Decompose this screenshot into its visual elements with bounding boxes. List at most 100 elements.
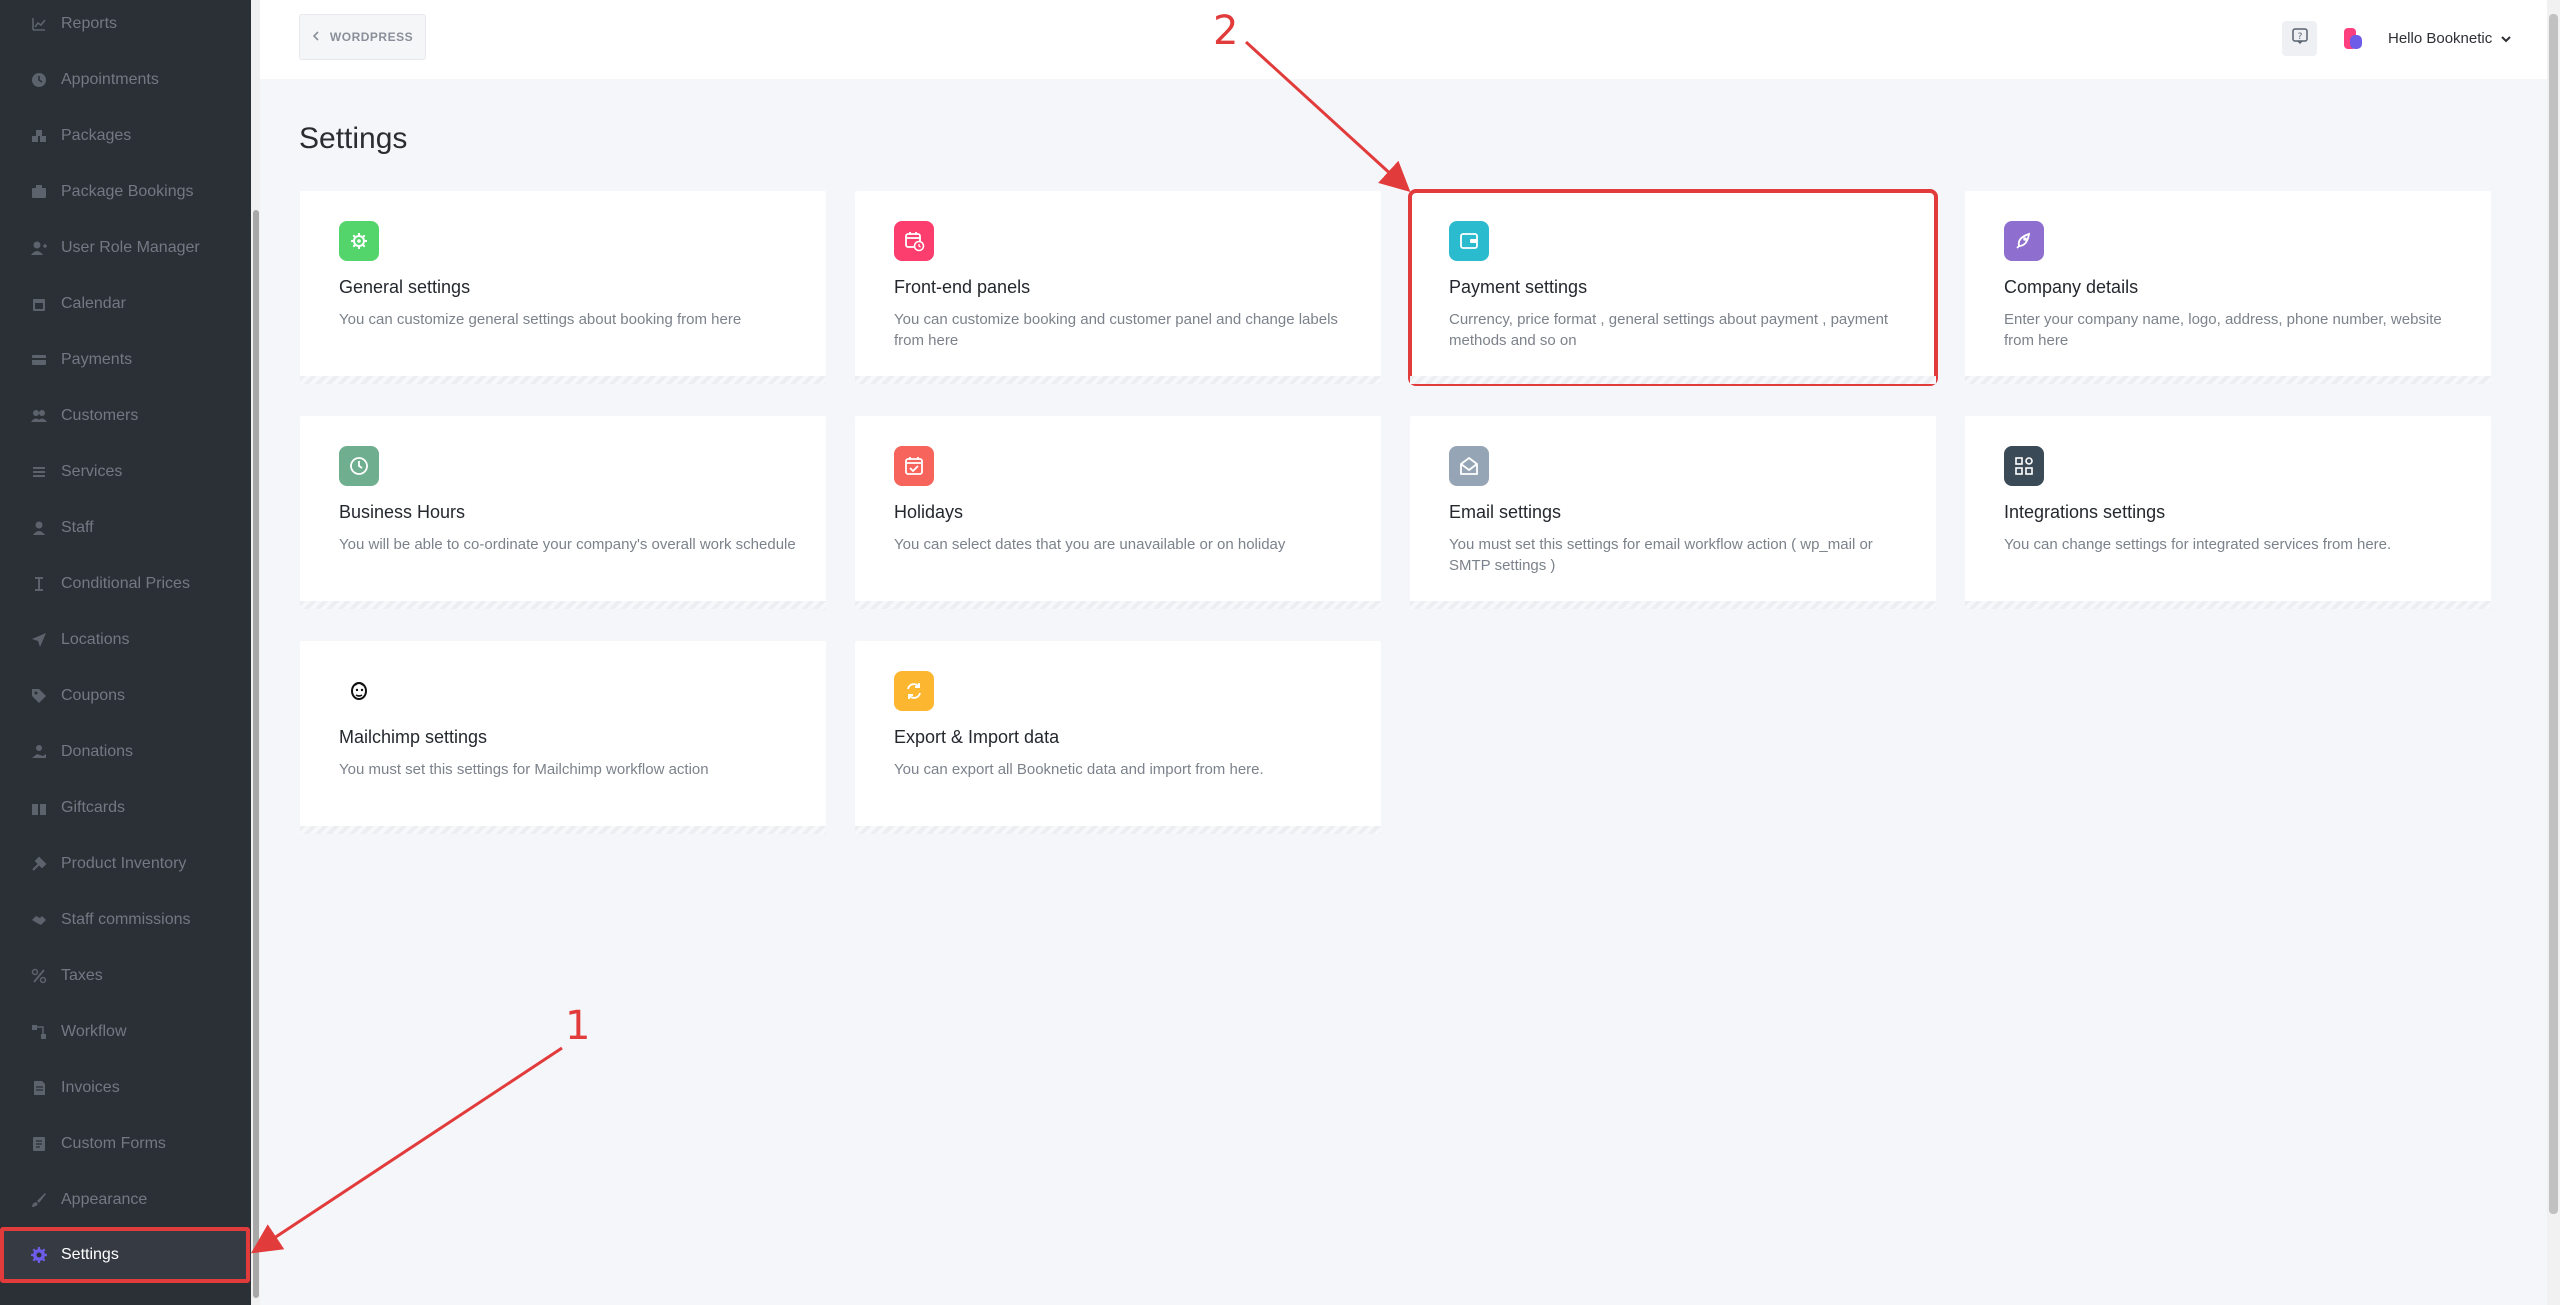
sidebar: Reports Appointments Packages Package Booki… (0, 0, 251, 1305)
user-greeting[interactable]: Hello Booknetic (2388, 30, 2492, 47)
card-title: General settings (339, 277, 471, 297)
sidebar-item-conditional-prices[interactable]: Conditional Prices (0, 556, 251, 612)
settings-card-mailchimp-settings[interactable]: Mailchimp settings You must set this sett… (300, 641, 826, 834)
sidebar-item-label: User Role Manager (61, 239, 200, 256)
sidebar-item-label: Package Bookings (61, 183, 194, 200)
settings-card-email-settings[interactable]: Email settings You must set this settings… (1410, 416, 1936, 609)
card-description: You can customize booking and customer p… (894, 311, 1338, 349)
sidebar-item-label: Services (61, 463, 123, 480)
chevron-down-icon[interactable] (2500, 32, 2512, 44)
card-description: You must set this settings for email wor… (1449, 536, 1873, 574)
package-bookings-icon (31, 184, 47, 200)
sidebar-item-payments[interactable]: Payments (0, 332, 251, 388)
card-description: Enter your company name, logo, address, … (2004, 311, 2442, 349)
sidebar-scrollbar-thumb[interactable] (253, 210, 259, 1298)
gear-icon (339, 221, 379, 261)
sidebar-item-label: Appearance (61, 1191, 148, 1208)
sidebar-item-staff-commissions[interactable]: Staff commissions (0, 892, 251, 948)
sidebar-item-label: Payments (61, 351, 133, 368)
sidebar-item-appointments[interactable]: Appointments (0, 52, 251, 108)
envelope-open-icon (1449, 446, 1489, 486)
inventory-icon (31, 856, 47, 872)
card-description: You must set this settings for Mailchimp… (339, 761, 709, 778)
sidebar-item-customers[interactable]: Customers (0, 388, 251, 444)
mailchimp-icon (339, 671, 379, 711)
sidebar-item-label: Customers (61, 407, 139, 424)
sidebar-item-workflow[interactable]: Workflow (0, 1004, 251, 1060)
sidebar-item-label: Locations (61, 631, 130, 648)
settings-card-integrations-settings[interactable]: Integrations settings You can change sett… (1965, 416, 2491, 609)
sidebar-item-taxes[interactable]: Taxes (0, 948, 251, 1004)
calendar-clock-icon (894, 221, 934, 261)
sidebar-item-user-role-manager[interactable]: User Role Manager (0, 220, 251, 276)
sidebar-item-coupons[interactable]: Coupons (0, 668, 251, 724)
handshake-icon (31, 912, 47, 928)
sidebar-item-appearance[interactable]: Appearance (0, 1172, 251, 1228)
invoice-icon (31, 1080, 47, 1096)
sidebar-item-package-bookings[interactable]: Package Bookings (0, 164, 251, 220)
customers-icon (31, 408, 47, 424)
payments-icon (31, 352, 47, 368)
sidebar-item-product-inventory[interactable]: Product Inventory (0, 836, 251, 892)
sidebar-item-label: Giftcards (61, 799, 126, 816)
card-title: Mailchimp settings (339, 727, 488, 747)
sidebar-item-label: Workflow (61, 1023, 127, 1040)
card-description: You can select dates that you are unavai… (894, 536, 1286, 553)
card-description: You will be able to co-ordinate your com… (339, 536, 796, 553)
settings-card-business-hours[interactable]: Business Hours You will be able to co-ord… (300, 416, 826, 609)
packages-icon (31, 128, 47, 144)
sidebar-item-label: Staff commissions (61, 911, 191, 928)
services-icon (31, 464, 47, 480)
question-chat-icon: ? (2291, 27, 2309, 50)
sidebar-item-services[interactable]: Services (0, 444, 251, 500)
clock-icon (339, 446, 379, 486)
wordpress-back-button[interactable]: WORDPRESS (299, 14, 426, 60)
sidebar-item-custom-forms[interactable]: Custom Forms (0, 1116, 251, 1172)
sidebar-item-donations[interactable]: Donations (0, 724, 251, 780)
settings-card-company-details[interactable]: Company details Enter your company name, … (1965, 191, 2491, 384)
settings-card-payment-settings[interactable]: Payment settings Currency, price format ,… (1408, 189, 1938, 386)
calendar-icon (31, 296, 47, 312)
sync-icon (894, 671, 934, 711)
sidebar-item-packages[interactable]: Packages (0, 108, 251, 164)
forms-icon (31, 1136, 47, 1152)
location-arrow-icon (31, 632, 47, 648)
percent-icon (31, 968, 47, 984)
sidebar-item-calendar[interactable]: Calendar (0, 276, 251, 332)
sidebar-item-staff[interactable]: Staff (0, 500, 251, 556)
sidebar-item-label: Taxes (61, 967, 103, 984)
card-description: You can change settings for integrated s… (2004, 536, 2392, 553)
donations-icon (31, 744, 47, 760)
card-title: Export & Import data (894, 727, 1060, 747)
sidebar-item-label: Settings (61, 1246, 119, 1263)
puzzle-grid-icon (2004, 446, 2044, 486)
annotation-marker-2: 2 (1213, 8, 1239, 54)
sidebar-item-label: Donations (61, 743, 134, 760)
sidebar-item-label: Packages (61, 127, 132, 144)
wallet-icon (1449, 221, 1489, 261)
sidebar-item-locations[interactable]: Locations (0, 612, 251, 668)
wordpress-back-label: WORDPRESS (329, 30, 414, 44)
sidebar-item-label: Reports (61, 15, 118, 32)
conditional-prices-icon (31, 576, 47, 592)
sidebar-item-label: Appointments (61, 71, 159, 88)
annotation-arrow-1 (250, 1046, 563, 1254)
tag-icon (31, 688, 47, 704)
page-title: Settings (299, 122, 408, 155)
settings-card-front-end-panels[interactable]: Front-end panels You can customize bookin… (855, 191, 1381, 384)
card-title: Holidays (894, 502, 964, 522)
card-title: Company details (2004, 277, 2139, 297)
sidebar-item-label: Staff (61, 519, 94, 536)
sidebar-item-settings[interactable]: Settings (0, 1227, 250, 1283)
sidebar-item-invoices[interactable]: Invoices (0, 1060, 251, 1116)
sidebar-item-reports[interactable]: Reports (0, 0, 251, 52)
sidebar-item-label: Invoices (61, 1079, 120, 1096)
brush-icon (31, 1192, 47, 1208)
page-scrollbar-thumb[interactable] (2549, 14, 2558, 1214)
settings-card-export-import-data[interactable]: Export & Import data You can export all B… (855, 641, 1381, 834)
settings-card-general-settings[interactable]: General settings You can customize genera… (300, 191, 826, 384)
help-button[interactable]: ? (2282, 21, 2317, 56)
settings-card-holidays[interactable]: Holidays You can select dates that you ar… (855, 416, 1381, 609)
sidebar-item-giftcards[interactable]: Giftcards (0, 780, 251, 836)
sidebar-item-label: Custom Forms (61, 1135, 166, 1152)
